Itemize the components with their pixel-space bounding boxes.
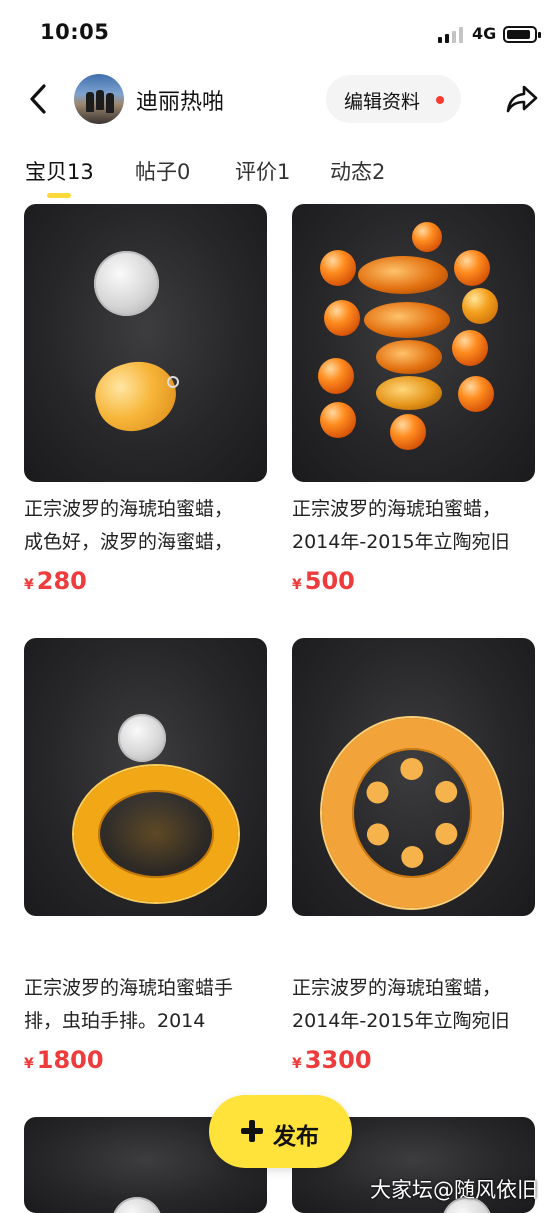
back-button[interactable] [24,82,56,116]
user-nickname[interactable]: 迪丽热啪 [136,84,224,116]
tab-posts[interactable]: 帖子0 [135,156,190,186]
product-image[interactable] [24,638,267,916]
publish-button[interactable]: 发布 [209,1095,352,1168]
watermark: 大家坛@随风依旧 [370,1178,538,1202]
tab-label: 动态 [330,160,372,184]
share-icon [506,85,538,113]
product-title: 正宗波罗的海琥珀蜜蜡， 成色好，波罗的海蜜蜡， [24,498,234,553]
product-image[interactable] [24,204,267,482]
status-bar: 10:05 4G [0,0,560,70]
edit-profile-label: 编辑资料 [344,91,421,113]
edit-profile-button[interactable]: 编辑资料 [326,75,461,123]
tab-activity[interactable]: 动态2 [330,156,385,186]
product-price: ¥280 [24,567,87,595]
avatar[interactable] [74,74,124,124]
tab-reviews[interactable]: 评价1 [235,156,290,186]
tab-label: 帖子 [135,160,177,184]
chevron-left-icon [30,84,46,114]
product-title: 正宗波罗的海琥珀蜜蜡手 排，虫珀手排。2014 [24,977,234,1032]
product-title: 正宗波罗的海琥珀蜜蜡， 2014年-2015年立陶宛旧 [292,498,510,553]
share-button[interactable] [505,82,539,116]
product-image[interactable] [292,638,535,916]
tab-items[interactable]: 宝贝13 [25,156,94,186]
tab-count: 1 [277,160,291,184]
notification-dot [436,96,444,104]
status-time: 10:05 [40,20,110,44]
product-price: ¥3300 [292,1046,372,1074]
signal-icon [438,27,464,43]
network-label: 4G [472,24,497,43]
tab-count: 0 [177,160,191,184]
product-image[interactable] [292,204,535,482]
tab-label: 评价 [235,160,277,184]
battery-icon [503,26,541,43]
tab-label: 宝贝 [25,160,67,184]
plus-icon [241,1120,263,1142]
publish-label: 发布 [273,1124,319,1150]
tab-count: 13 [67,160,94,184]
product-price: ¥500 [292,567,355,595]
tab-count: 2 [372,160,386,184]
product-title: 正宗波罗的海琥珀蜜蜡， 2014年-2015年立陶宛旧 [292,977,510,1032]
tab-indicator [47,193,71,198]
product-price: ¥1800 [24,1046,104,1074]
